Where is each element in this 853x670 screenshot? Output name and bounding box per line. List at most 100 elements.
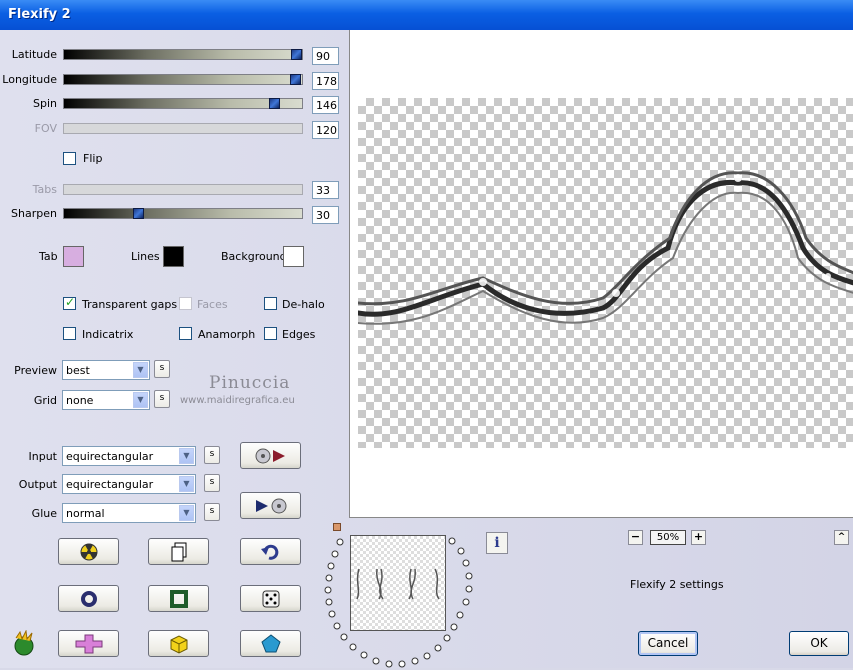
latitude-slider[interactable] [63, 49, 303, 60]
glue-select[interactable]: normal ▼ [62, 503, 196, 523]
watermark-name: Pinuccia [209, 373, 291, 393]
info-icon: i [494, 535, 500, 551]
latitude-label: Latitude [11, 48, 57, 61]
longitude-label: Longitude [2, 73, 57, 86]
random-button[interactable] [58, 538, 119, 565]
ring-icon [80, 590, 97, 607]
flip-label: Flip [83, 152, 103, 165]
input-save-button[interactable]: s [204, 446, 220, 464]
chevron-down-icon: ▼ [133, 392, 148, 408]
sharpen-slider-thumb[interactable] [133, 208, 144, 219]
faces-label: Faces [197, 298, 228, 311]
cube-icon [170, 634, 187, 654]
info-button[interactable]: i [486, 532, 508, 554]
sharpen-value[interactable]: 30 [312, 206, 339, 224]
spin-slider[interactable] [63, 98, 303, 109]
input-projection-select[interactable]: equirectangular ▼ [62, 446, 196, 466]
background-color-swatch[interactable] [283, 246, 304, 267]
fov-value[interactable]: 120 [312, 121, 339, 139]
collapse-button[interactable]: ^ [834, 530, 849, 545]
pentagon-shape-button[interactable] [240, 630, 301, 657]
edges-label: Edges [282, 328, 316, 341]
transparent-gaps-label: Transparent gaps [82, 298, 178, 311]
play-to-disc-icon [255, 498, 286, 513]
output-save-button[interactable]: s [204, 474, 220, 492]
preview-mode-select[interactable]: best ▼ [62, 360, 150, 380]
output-label: Output [18, 478, 57, 491]
longitude-value[interactable]: 178 [312, 72, 339, 90]
copy-icon [171, 542, 186, 561]
zoom-out-button[interactable]: − [628, 530, 643, 545]
dice-button[interactable] [240, 585, 301, 612]
output-projection-value: equirectangular [66, 478, 154, 491]
cube-shape-button[interactable] [148, 630, 209, 657]
longitude-slider[interactable] [63, 74, 303, 85]
fov-label: FOV [34, 122, 57, 135]
load-input-button[interactable] [240, 442, 301, 469]
cross-icon [75, 634, 102, 653]
spin-value[interactable]: 146 [312, 96, 339, 114]
chevron-down-icon: ▼ [179, 505, 194, 521]
lines-color-swatch[interactable] [163, 246, 184, 267]
tabs-value[interactable]: 33 [312, 181, 339, 199]
copy-button[interactable] [148, 538, 209, 565]
tabs-label: Tabs [32, 183, 57, 196]
settings-name: Flexify 2 settings [630, 578, 724, 591]
ok-button[interactable]: OK [789, 631, 849, 656]
window-titlebar: Flexify 2 [0, 0, 853, 30]
cross-shape-button[interactable] [58, 630, 119, 657]
grid-label: Grid [33, 394, 57, 407]
circle-shape-button[interactable] [58, 585, 119, 612]
zoom-in-button[interactable]: + [691, 530, 706, 545]
undo-button[interactable] [240, 538, 301, 565]
preview-canvas[interactable] [349, 30, 853, 518]
disc-to-play-icon [255, 448, 285, 463]
load-output-button[interactable] [240, 492, 301, 519]
latitude-slider-thumb[interactable] [291, 49, 302, 60]
spin-slider-thumb[interactable] [269, 98, 280, 109]
square-shape-button[interactable] [148, 585, 209, 612]
output-projection-select[interactable]: equirectangular ▼ [62, 474, 196, 494]
window-title: Flexify 2 [8, 7, 71, 22]
input-projection-value: equirectangular [66, 450, 154, 463]
glue-save-button[interactable]: s [204, 503, 220, 521]
anamorph-label: Anamorph [198, 328, 256, 341]
edges-checkbox[interactable] [264, 327, 277, 340]
preview-mode-value: best [66, 364, 90, 377]
navigator-handle[interactable] [333, 523, 341, 531]
input-label: Input [28, 450, 57, 463]
tab-color-label: Tab [39, 250, 58, 263]
zoom-level: 50% [650, 530, 686, 545]
longitude-slider-thumb[interactable] [290, 74, 301, 85]
grid-save-button[interactable]: s [154, 390, 170, 408]
preview-mode-label: Preview [14, 364, 57, 377]
spin-label: Spin [33, 97, 57, 110]
tabs-slider [63, 184, 303, 195]
latitude-value[interactable]: 90 [312, 47, 339, 65]
square-frame-icon [169, 589, 188, 608]
chevron-down-icon: ▼ [179, 476, 194, 492]
indicatrix-checkbox[interactable] [63, 327, 76, 340]
cancel-button[interactable]: Cancel [638, 631, 698, 656]
dice-icon [262, 590, 279, 607]
transparent-gaps-checkbox[interactable]: ✓ [63, 295, 76, 310]
sharpen-slider[interactable] [63, 208, 303, 219]
preview-mode-save-button[interactable]: s [154, 360, 170, 378]
glue-value: normal [66, 507, 105, 520]
background-color-label: Background [221, 250, 287, 263]
lines-color-label: Lines [131, 250, 160, 263]
dialog-client: Latitude 90 Longitude 178 Spin 146 FOV 1… [0, 30, 853, 668]
anamorph-checkbox[interactable] [179, 327, 192, 340]
pentagon-icon [260, 633, 281, 652]
tab-color-swatch[interactable] [63, 246, 84, 267]
preview-image [358, 171, 853, 325]
preview-transparency-area [358, 98, 853, 448]
grid-select[interactable]: none ▼ [62, 390, 150, 410]
flip-checkbox[interactable] [63, 152, 76, 165]
dehalo-checkbox[interactable] [264, 297, 277, 310]
thumbnail-image [356, 568, 440, 600]
undo-icon [260, 544, 278, 560]
indicatrix-label: Indicatrix [82, 328, 134, 341]
navigator-thumbnail[interactable] [350, 535, 446, 631]
grid-value: none [66, 394, 94, 407]
